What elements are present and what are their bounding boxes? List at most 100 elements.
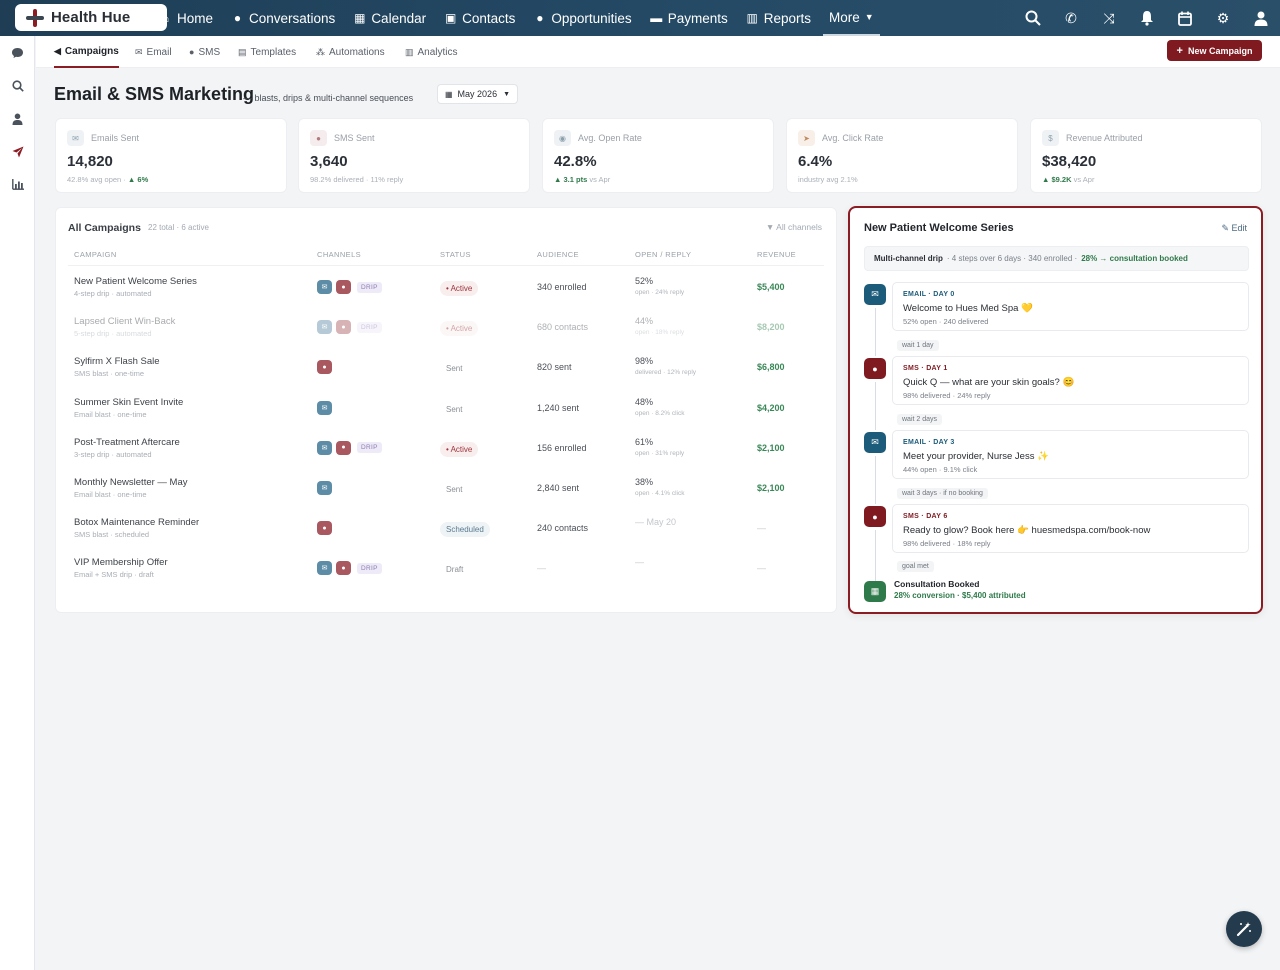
- table-row[interactable]: Summer Skin Event Invite Email blast · on…: [56, 390, 838, 430]
- bell-icon[interactable]: [1138, 9, 1156, 27]
- table-row[interactable]: Sylfirm X Flash Sale SMS blast · one-time…: [56, 349, 838, 389]
- user-icon[interactable]: [0, 102, 35, 135]
- tab-email[interactable]: ✉ Email: [135, 36, 172, 68]
- month-picker[interactable]: ▦ May 2026 ▼: [437, 84, 518, 104]
- gear-icon[interactable]: ⚙: [1214, 9, 1232, 27]
- col-header-revenue: Revenue: [757, 250, 797, 259]
- stat-label: Avg. Open Rate: [578, 133, 642, 143]
- campaign-name[interactable]: Summer Skin Event Invite: [74, 397, 183, 408]
- campaign-meta: SMS blast · one-time: [74, 369, 145, 379]
- open-rate-sub: open · 4.1% click: [635, 490, 685, 497]
- nav-home[interactable]: ⌂ Home: [159, 0, 213, 36]
- sequence-step-card[interactable]: SMS · DAY 1 Quick Q — what are your skin …: [892, 356, 1249, 405]
- goal-stats: 28% conversion · $5,400 attributed: [894, 591, 1026, 600]
- bar-chart-icon[interactable]: [0, 168, 35, 201]
- calendar-check-icon: ▦: [864, 581, 886, 602]
- nav-conversations[interactable]: ● Conversations: [231, 0, 335, 36]
- step-message: Welcome to Hues Med Spa 💛: [903, 303, 1033, 314]
- open-rate-sub: open · 24% reply: [635, 289, 685, 296]
- home-icon: ⌂: [161, 11, 170, 25]
- channel-chips: ✉ ● DRIP: [317, 440, 382, 455]
- nav-calendar-label: Calendar: [371, 10, 427, 26]
- campaign-meta: 4-step drip · automated: [74, 289, 152, 298]
- summary-type: Multi-channel drip: [874, 254, 943, 263]
- month-picker-value: May 2026: [457, 89, 498, 99]
- sequence-step-card[interactable]: EMAIL · DAY 3 Meet your provider, Nurse J…: [892, 430, 1249, 479]
- stat-sub-text: 98.2% delivered · 11% reply: [310, 175, 404, 184]
- table-row[interactable]: Post-Treatment Aftercare 3-step drip · au…: [56, 430, 838, 470]
- nav-more-dropdown[interactable]: More ▼: [823, 0, 880, 36]
- calendar-icon[interactable]: [1176, 9, 1194, 27]
- sequence-step-card[interactable]: EMAIL · DAY 0 Welcome to Hues Med Spa 💛 52…: [892, 282, 1249, 331]
- nav-opportunities[interactable]: ● Opportunities: [533, 0, 631, 36]
- shuffle-icon[interactable]: ⤨: [1100, 9, 1118, 27]
- search-icon[interactable]: [0, 69, 35, 102]
- campaign-name[interactable]: Sylfirm X Flash Sale: [74, 356, 160, 367]
- chevron-down-icon: ▼: [864, 12, 874, 22]
- user-icon[interactable]: [1252, 9, 1270, 27]
- sequence-step-card[interactable]: SMS · DAY 6 Ready to glow? Book here 👉 hu…: [892, 504, 1249, 553]
- campaign-name[interactable]: Monthly Newsletter — May: [74, 477, 188, 488]
- nav-contacts[interactable]: ▣ Contacts: [444, 0, 515, 36]
- credit-card-icon: ▬: [650, 11, 663, 25]
- new-campaign-button[interactable]: + New Campaign: [1167, 40, 1262, 61]
- campaign-name[interactable]: Botox Maintenance Reminder: [74, 517, 199, 528]
- tab-campaigns[interactable]: ◀ Campaigns: [54, 36, 119, 68]
- nav-reports[interactable]: ▥ Reports: [746, 0, 811, 36]
- table-row[interactable]: Lapsed Client Win-Back 5-step drip · auto…: [56, 309, 838, 349]
- nav-payments[interactable]: ▬ Payments: [650, 0, 728, 36]
- stat-value: 6.4%: [798, 153, 833, 170]
- table-row[interactable]: VIP Membership Offer Email + SMS drip · d…: [56, 550, 838, 590]
- col-header-campaign: Campaign: [74, 250, 117, 259]
- edit-label: Edit: [1231, 223, 1247, 233]
- open-rate-sub: open · 18% reply: [635, 329, 685, 337]
- channel-filter[interactable]: ▼ All channels: [766, 222, 822, 232]
- tab-templates[interactable]: ▤ Templates: [238, 36, 296, 68]
- envelope-icon: ✉: [864, 432, 886, 453]
- stat-card-emails-sent: ✉ Emails Sent 14,820 42.8% avg open · ▲ 6…: [55, 118, 287, 193]
- tab-analytics[interactable]: ▥ Analytics: [405, 36, 458, 68]
- stat-card-open-rate: ◉ Avg. Open Rate 42.8% ▲ 3.1 pts vs Apr: [542, 118, 774, 193]
- phone-icon[interactable]: ✆: [1062, 9, 1080, 27]
- revenue-value: —: [757, 523, 766, 534]
- cursor-icon: ➤: [798, 130, 815, 146]
- audience-value: 240 contacts: [537, 523, 589, 534]
- stat-label: SMS Sent: [334, 133, 375, 143]
- bar-chart-icon: ▥: [746, 11, 758, 25]
- campaign-name[interactable]: VIP Membership Offer: [74, 557, 168, 568]
- envelope-icon: ✉: [67, 130, 84, 146]
- chat-icon: ●: [189, 47, 195, 57]
- tab-automations[interactable]: ⁂ Automations: [316, 36, 385, 68]
- audience-value: 1,240 sent: [537, 402, 580, 413]
- tab-templates-label: Templates: [250, 46, 297, 58]
- nav-calendar[interactable]: ▦ Calendar: [353, 0, 426, 36]
- tab-sms[interactable]: ● SMS: [189, 36, 220, 68]
- magic-wand-fab-button[interactable]: [1226, 911, 1262, 947]
- send-icon[interactable]: [0, 135, 35, 168]
- step-message: Meet your provider, Nurse Jess ✨: [903, 451, 1049, 462]
- edit-sequence-button[interactable]: ✎ Edit: [1221, 223, 1247, 234]
- top-navigation-bar: Health Hue ⌂ Home ● Conversations ▦ Calenda…: [0, 0, 1280, 36]
- envelope-icon: ✉: [317, 280, 332, 294]
- brand-name: Health Hue: [51, 9, 131, 26]
- page-title: Email & SMS Marketing: [54, 84, 255, 104]
- sequence-title: New Patient Welcome Series: [864, 222, 1014, 234]
- search-icon[interactable]: [1024, 9, 1042, 27]
- campaign-name[interactable]: Lapsed Client Win-Back: [74, 316, 175, 327]
- channel-filter-label: All channels: [776, 222, 822, 232]
- table-row[interactable]: New Patient Welcome Series 4-step drip · …: [56, 269, 838, 309]
- audience-value: 156 enrolled: [537, 442, 587, 453]
- campaign-name[interactable]: New Patient Welcome Series: [74, 276, 197, 287]
- campaign-name[interactable]: Post-Treatment Aftercare: [74, 437, 180, 448]
- open-rate-sub: open · 31% reply: [635, 449, 685, 457]
- status-badge: • Active: [440, 441, 479, 457]
- brand-logo[interactable]: Health Hue: [15, 4, 167, 31]
- nav-home-label: Home: [177, 10, 214, 26]
- chat-icon[interactable]: [0, 36, 35, 69]
- envelope-icon: ✉: [317, 481, 332, 495]
- timeline-connector: [875, 308, 876, 356]
- table-row[interactable]: Botox Maintenance Reminder SMS blast · sc…: [56, 510, 838, 550]
- stat-sub: industry avg 2.1%: [798, 175, 858, 184]
- table-row[interactable]: Monthly Newsletter — May Email blast · on…: [56, 470, 838, 510]
- channel-chips: ✉ ● DRIP: [317, 561, 382, 576]
